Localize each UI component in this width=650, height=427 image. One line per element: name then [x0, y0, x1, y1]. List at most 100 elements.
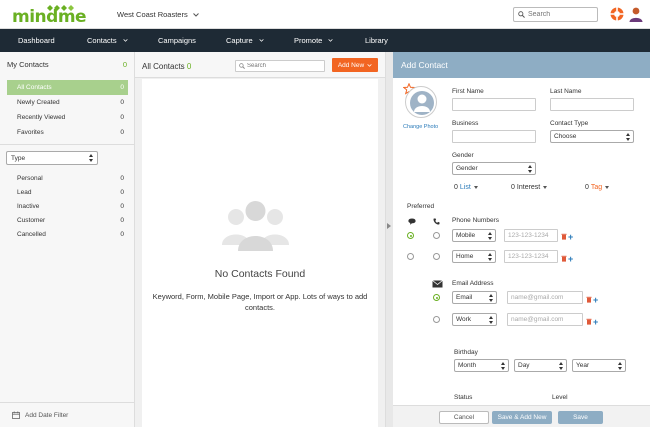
nav-promote[interactable]: Promote: [294, 29, 333, 52]
phone-1-type-select[interactable]: Mobile: [452, 229, 496, 242]
type-inactive[interactable]: Inactive 0: [7, 199, 128, 213]
trash-icon[interactable]: [561, 233, 567, 240]
email-1-preferred-radio[interactable]: [433, 294, 440, 301]
list-dropdown[interactable]: 0 List: [454, 184, 478, 191]
add-email-icon[interactable]: +: [593, 318, 598, 327]
empty-state: No Contacts Found Keyword, Form, Mobile …: [142, 79, 378, 427]
business-label: Business: [452, 120, 479, 127]
phone-2-field[interactable]: [504, 250, 558, 263]
divider: [0, 144, 135, 145]
type-personal[interactable]: Personal 0: [7, 171, 128, 185]
type-label: Personal: [17, 174, 43, 182]
contact-type-value: Choose: [554, 133, 577, 140]
select-arrows-icon: [618, 361, 622, 370]
date-filter-label: Add Date Filter: [25, 411, 69, 419]
type-select-value: Type: [11, 154, 26, 162]
select-arrows-icon: [489, 315, 493, 324]
list-search[interactable]: [235, 60, 325, 72]
tag-count: 0: [585, 184, 589, 191]
type-select[interactable]: Type: [6, 151, 98, 165]
view-list: All Contacts 0 Newly Created 0 Recently Vi…: [7, 80, 128, 140]
last-name-field[interactable]: [550, 98, 634, 111]
default-avatar-icon: [410, 91, 434, 115]
phone-2-call-preferred-radio[interactable]: [433, 253, 440, 260]
select-arrows-icon: [488, 252, 492, 261]
view-favorites[interactable]: Favorites 0: [7, 125, 128, 140]
company-switcher[interactable]: West Coast Roasters: [117, 10, 199, 19]
phone-1-field[interactable]: [504, 229, 558, 242]
status-label: Status: [454, 394, 473, 401]
first-name-field[interactable]: [452, 98, 536, 111]
view-count: 0: [120, 114, 124, 121]
add-date-filter-button[interactable]: Add Date Filter: [0, 402, 135, 427]
type-customer[interactable]: Customer 0: [7, 213, 128, 227]
add-phone-icon[interactable]: +: [568, 233, 573, 242]
add-new-button[interactable]: Add New: [332, 58, 378, 72]
nav-library[interactable]: Library: [365, 29, 388, 52]
panel-collapse-handle[interactable]: [385, 52, 393, 427]
add-email-icon[interactable]: +: [593, 296, 598, 305]
caret-down-icon: [543, 186, 548, 189]
business-field[interactable]: [452, 130, 536, 143]
save-and-add-new-button[interactable]: Save & Add New: [492, 411, 552, 424]
trash-icon[interactable]: [586, 318, 592, 325]
nav-label: Contacts: [87, 36, 117, 45]
email-address-label: Email Address: [452, 280, 494, 287]
nav-dashboard[interactable]: Dashboard: [18, 29, 55, 52]
email-1-type-select[interactable]: Email: [452, 291, 497, 304]
save-button[interactable]: Save: [558, 411, 603, 424]
view-all-contacts[interactable]: All Contacts 0: [7, 80, 128, 95]
user-avatar-icon[interactable]: [628, 6, 644, 22]
type-lead[interactable]: Lead 0: [7, 185, 128, 199]
view-recently-viewed[interactable]: Recently Viewed 0: [7, 110, 128, 125]
cancel-button[interactable]: Cancel: [439, 411, 489, 424]
nav-campaigns[interactable]: Campaigns: [158, 29, 196, 52]
help-lifebuoy-icon[interactable]: [610, 7, 624, 21]
tag-dropdown[interactable]: 0 Tag: [585, 184, 610, 191]
select-arrows-icon: [626, 132, 630, 141]
type-label: Inactive: [17, 202, 40, 210]
add-phone-icon[interactable]: +: [568, 255, 573, 264]
phone-2-sms-preferred-radio[interactable]: [407, 253, 414, 260]
view-count: 0: [120, 99, 124, 106]
gender-label: Gender: [452, 152, 474, 159]
search-icon: [239, 63, 245, 69]
list-title: All Contacts 0: [142, 62, 191, 71]
email-2-preferred-radio[interactable]: [433, 316, 440, 323]
type-cancelled[interactable]: Cancelled 0: [7, 227, 128, 241]
chevron-down-icon: [192, 12, 199, 17]
nav-label: Capture: [226, 36, 253, 45]
phone-1-sms-preferred-radio[interactable]: [407, 232, 414, 239]
global-search-input[interactable]: [528, 11, 588, 18]
birthday-month-select[interactable]: Month: [454, 359, 509, 372]
type-count: 0: [120, 202, 124, 210]
global-search[interactable]: [513, 7, 598, 22]
nav-contacts[interactable]: Contacts: [87, 29, 128, 52]
list-search-input[interactable]: [247, 63, 317, 69]
interest-dropdown[interactable]: 0 Interest: [511, 184, 548, 191]
phone-2-type-select[interactable]: Home: [452, 250, 496, 263]
email-1-field[interactable]: [507, 291, 583, 304]
interest-count: 0: [511, 184, 515, 191]
interest-label: Interest: [516, 184, 541, 191]
birthday-year-select[interactable]: Year: [572, 359, 626, 372]
caret-down-icon: [473, 186, 478, 189]
email-type-value: Work: [456, 316, 472, 323]
trash-icon[interactable]: [561, 255, 567, 262]
change-photo-link[interactable]: Change Photo: [403, 124, 438, 130]
year-value: Year: [576, 362, 590, 369]
nav-capture[interactable]: Capture: [226, 29, 264, 52]
contact-photo[interactable]: [405, 86, 437, 118]
type-label: Customer: [17, 216, 46, 224]
email-2-type-select[interactable]: Work: [452, 313, 497, 326]
empty-state-text: Keyword, Form, Mobile Page, Import or Ap…: [152, 292, 368, 312]
trash-icon[interactable]: [586, 296, 592, 303]
gender-select[interactable]: Gender: [452, 162, 536, 175]
contact-type-select[interactable]: Choose: [550, 130, 634, 143]
view-count: 0: [120, 84, 124, 91]
phone-1-call-preferred-radio[interactable]: [433, 232, 440, 239]
mindme-logo[interactable]: mindme: [12, 4, 87, 26]
view-newly-created[interactable]: Newly Created 0: [7, 95, 128, 110]
birthday-day-select[interactable]: Day: [514, 359, 567, 372]
email-2-field[interactable]: [507, 313, 583, 326]
